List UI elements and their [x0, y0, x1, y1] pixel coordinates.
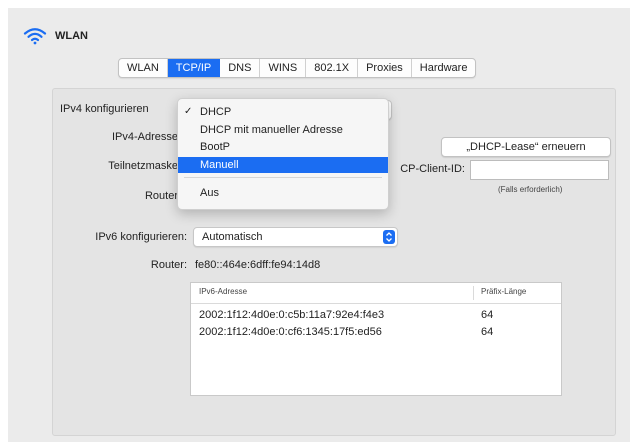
dhcp-client-id-label: CP-Client-ID: [400, 163, 465, 175]
popup-stepper-icon [383, 230, 395, 244]
column-prefix-length[interactable]: Präfix-Länge [481, 287, 526, 296]
tab-proxies[interactable]: Proxies [358, 59, 412, 77]
tab-hardware[interactable]: Hardware [412, 59, 476, 77]
prefix-length-cell: 64 [481, 326, 494, 338]
tab-bar: WLAN TCP/IP DNS WINS 802.1X Proxies Hard… [118, 58, 477, 78]
tab-dns[interactable]: DNS [220, 59, 261, 77]
menu-separator [184, 177, 382, 178]
wifi-icon [23, 28, 47, 45]
ipv6-configure-popup[interactable]: Automatisch [193, 227, 398, 247]
ipv6-router-value: fe80::464e:6dff:fe94:14d8 [195, 259, 321, 271]
header: WLAN [23, 27, 88, 45]
tab-wins[interactable]: WINS [260, 59, 307, 77]
tab-tcpip[interactable]: TCP/IP [167, 59, 221, 77]
ipv6-configure-value: Automatisch [202, 231, 263, 243]
column-ipv6-address[interactable]: IPv6-Adresse [199, 287, 247, 296]
client-id-hint: (Falls erforderlich) [498, 185, 563, 194]
ipv6-address-cell: 2002:1f12:4d0e:0:cf6:1345:17f5:ed56 [199, 326, 382, 338]
ipv6-configure-label: IPv6 konfigurieren: [95, 231, 187, 243]
menu-item-manuell[interactable]: Manuell [178, 157, 388, 173]
ipv4-router-label: Router [144, 190, 178, 202]
table-row[interactable]: 2002:1f12:4d0e:0:cf6:1345:17f5:ed56 64 [191, 324, 561, 340]
tab-8021x[interactable]: 802.1X [306, 59, 359, 77]
menu-item-aus[interactable]: Aus [178, 185, 388, 201]
ipv6-address-cell: 2002:1f12:4d0e:0:c5b:11a7:92e4:f4e3 [199, 309, 385, 321]
checkmark-icon: ✓ [184, 106, 193, 117]
ipv4-address-label: IPv4-Adresse [111, 131, 178, 143]
network-name: WLAN [55, 30, 88, 42]
dhcp-client-id-field[interactable] [470, 160, 609, 180]
menu-item-bootp[interactable]: BootP [178, 139, 388, 155]
ipv6-address-table: IPv6-Adresse Präfix-Länge 2002:1f12:4d0e… [190, 282, 562, 396]
tab-wlan[interactable]: WLAN [119, 59, 168, 77]
table-row[interactable]: 2002:1f12:4d0e:0:c5b:11a7:92e4:f4e3 64 [191, 307, 561, 323]
menu-item-dhcp[interactable]: ✓ DHCP [178, 104, 388, 120]
column-divider [473, 286, 474, 300]
renew-dhcp-lease-button[interactable]: „DHCP-Lease“ erneuern [441, 137, 611, 157]
table-header: IPv6-Adresse Präfix-Länge [191, 283, 561, 304]
menu-item-dhcp-manual[interactable]: DHCP mit manueller Adresse [178, 122, 388, 138]
prefix-length-cell: 64 [481, 309, 494, 321]
ipv6-router-label: Router: [150, 259, 187, 271]
ipv4-configure-menu: ✓ DHCP DHCP mit manueller Adresse BootP … [177, 98, 389, 210]
ipv4-configure-label: IPv4 konfigurieren [60, 103, 149, 115]
subnet-mask-label: Teilnetzmaske [108, 160, 178, 172]
